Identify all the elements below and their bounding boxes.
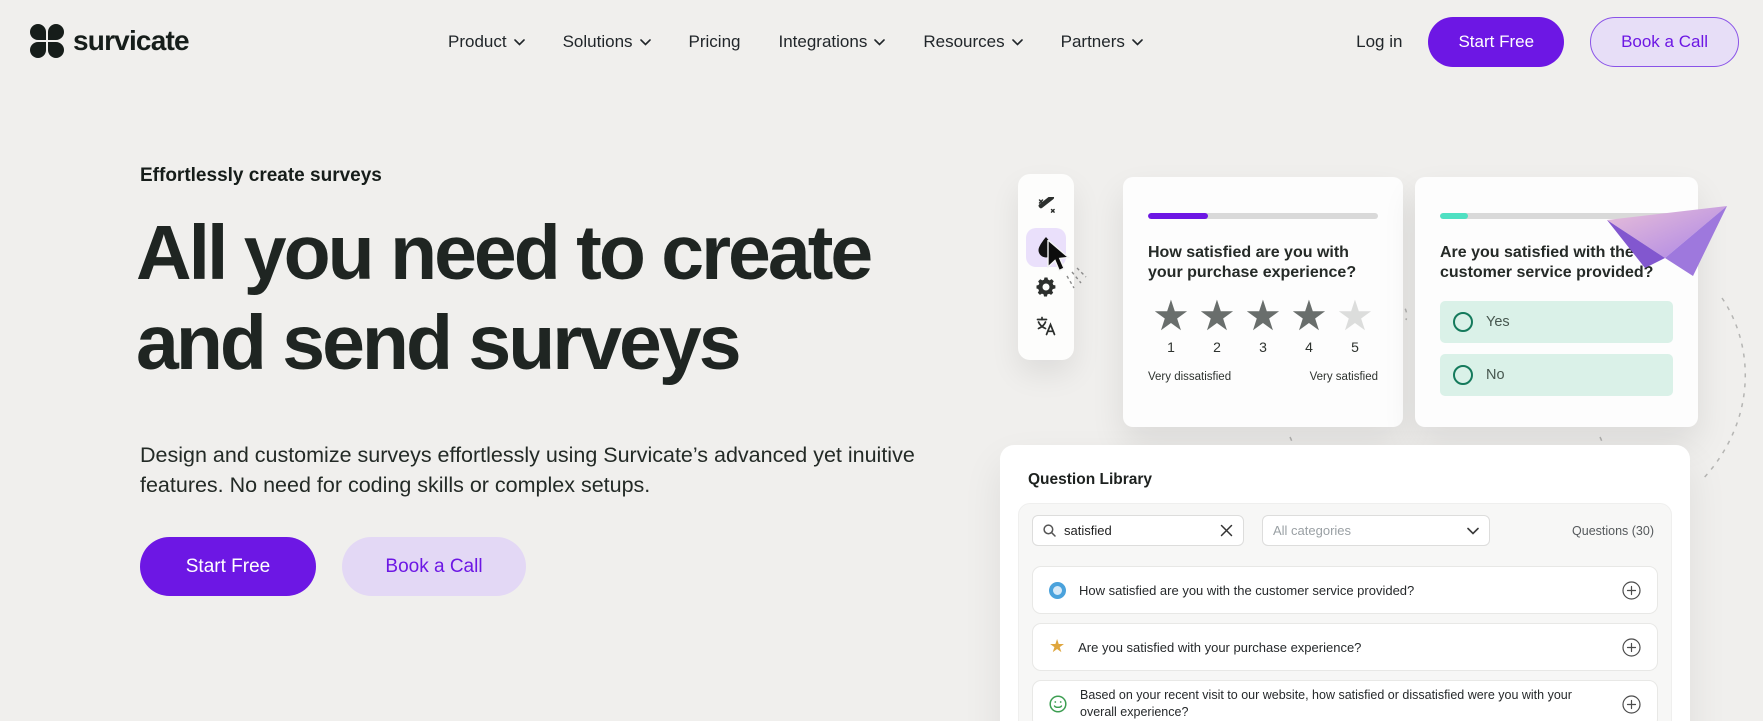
survicate-logo[interactable]: survicate <box>30 24 190 58</box>
hero-start-free-button[interactable]: Start Free <box>140 537 316 596</box>
question-row[interactable]: Based on your recent visit to our websit… <box>1032 680 1658 721</box>
star-rating-number: 3 <box>1259 339 1267 355</box>
landing-page: survicate Product Solutions Pricing Inte… <box>0 0 1763 721</box>
star-rating-1[interactable]: ★ 1 <box>1148 291 1194 356</box>
nav-book-call-button[interactable]: Book a Call <box>1590 17 1739 67</box>
hero-book-call-button[interactable]: Book a Call <box>342 537 526 596</box>
question-count: Questions (30) <box>1572 523 1654 538</box>
chevron-down-icon <box>1467 527 1479 535</box>
star-icon: ★ <box>1152 291 1190 340</box>
survey-card-star-rating: How satisfied are you with your purchase… <box>1123 177 1403 427</box>
survey-card-yes-no: Are you satisfied with the customer serv… <box>1415 177 1698 427</box>
nav-item-resources[interactable]: Resources <box>923 32 1023 52</box>
radio-icon <box>1453 365 1473 385</box>
rating-scale-icon <box>1049 581 1066 599</box>
nav-actions: Log in Start Free Book a Call <box>1356 0 1739 84</box>
nav-item-solutions[interactable]: Solutions <box>563 32 651 52</box>
chevron-down-icon <box>513 38 525 46</box>
star-rating-number: 4 <box>1305 339 1313 355</box>
translate-icon[interactable] <box>1026 307 1066 347</box>
option-no[interactable]: No <box>1440 354 1673 396</box>
star-rating-5[interactable]: ★ 5 <box>1332 291 1378 356</box>
chevron-down-icon <box>874 38 886 46</box>
rating-anchor-labels: Very dissatisfied Very satisfied <box>1148 371 1378 383</box>
clear-search-icon[interactable] <box>1220 524 1233 537</box>
radio-icon <box>1453 312 1473 332</box>
star-rating-number: 1 <box>1167 339 1175 355</box>
hero-heading: All you need to create and send surveys <box>136 208 873 388</box>
question-library-title: Question Library <box>1028 471 1153 488</box>
choice-options: Yes No <box>1440 301 1673 396</box>
mouse-cursor-icon <box>1046 238 1094 297</box>
star-rating-number: 2 <box>1213 339 1221 355</box>
star-rating-3[interactable]: ★ 3 <box>1240 291 1286 356</box>
survicate-logo-icon <box>30 24 64 58</box>
star-icon: ★ <box>1049 636 1066 657</box>
star-icon: ★ <box>1244 291 1282 340</box>
min-anchor-label: Very dissatisfied <box>1148 371 1232 383</box>
question-row[interactable]: ★ Are you satisfied with your purchase e… <box>1032 623 1658 671</box>
star-rating-number: 5 <box>1351 339 1359 355</box>
star-icon: ★ <box>1336 291 1374 340</box>
progress-track <box>1440 213 1673 219</box>
star-icon: ★ <box>1198 291 1236 340</box>
search-icon <box>1043 524 1056 537</box>
nav-item-integrations[interactable]: Integrations <box>779 32 886 52</box>
hero-heading-line1: All you need to create <box>136 210 873 296</box>
add-question-icon[interactable] <box>1622 694 1641 714</box>
star-rating-2[interactable]: ★ 2 <box>1194 291 1240 356</box>
category-dropdown[interactable]: All categories <box>1262 515 1490 546</box>
logo-wordmark: survicate <box>73 25 190 56</box>
option-yes[interactable]: Yes <box>1440 301 1673 343</box>
nav-item-partners[interactable]: Partners <box>1061 32 1143 52</box>
library-controls: satisfied All categories Questions (30) <box>1032 515 1658 546</box>
chevron-down-icon <box>639 38 651 46</box>
smiley-icon <box>1049 695 1067 713</box>
progress-fill <box>1440 213 1468 219</box>
nav-item-product[interactable]: Product <box>448 32 525 52</box>
search-value: satisfied <box>1064 523 1112 538</box>
max-anchor-label: Very satisfied <box>1309 371 1378 383</box>
survey-question: Are you satisfied with the customer serv… <box>1440 244 1654 281</box>
hero-cta-group: Start Free Book a Call <box>140 537 526 596</box>
add-question-icon[interactable] <box>1622 637 1641 657</box>
search-input[interactable]: satisfied <box>1032 515 1244 546</box>
question-list: How satisfied are you with the customer … <box>1032 566 1658 721</box>
top-navbar: survicate Product Solutions Pricing Inte… <box>0 0 1763 84</box>
question-library-body: satisfied All categories Questions (30) <box>1018 503 1672 721</box>
login-link[interactable]: Log in <box>1356 32 1402 52</box>
progress-track <box>1148 213 1378 219</box>
chevron-down-icon <box>1011 38 1023 46</box>
hero-eyebrow: Effortlessly create surveys <box>140 165 382 186</box>
progress-fill <box>1148 213 1208 219</box>
nav-links: Product Solutions Pricing Integrations R… <box>448 0 1143 84</box>
survey-question: How satisfied are you with your purchase… <box>1148 244 1357 281</box>
chevron-down-icon <box>1132 38 1143 46</box>
magic-wand-icon[interactable] <box>1026 188 1066 228</box>
nav-start-free-button[interactable]: Start Free <box>1428 17 1565 67</box>
nav-item-pricing[interactable]: Pricing <box>689 32 741 52</box>
star-rating-4[interactable]: ★ 4 <box>1286 291 1332 356</box>
question-row[interactable]: How satisfied are you with the customer … <box>1032 566 1658 614</box>
star-icon: ★ <box>1290 291 1328 340</box>
category-placeholder: All categories <box>1273 523 1352 538</box>
hero-description: Design and customize surveys effortlessl… <box>140 443 915 497</box>
star-rating-scale: ★ 1 ★ 2 ★ 3 ★ 4 ★ 5 <box>1148 291 1378 356</box>
hero-heading-line2: and send surveys <box>136 300 742 386</box>
question-library-panel: Question Library satisfied All categorie… <box>1000 445 1690 721</box>
add-question-icon[interactable] <box>1622 580 1641 600</box>
